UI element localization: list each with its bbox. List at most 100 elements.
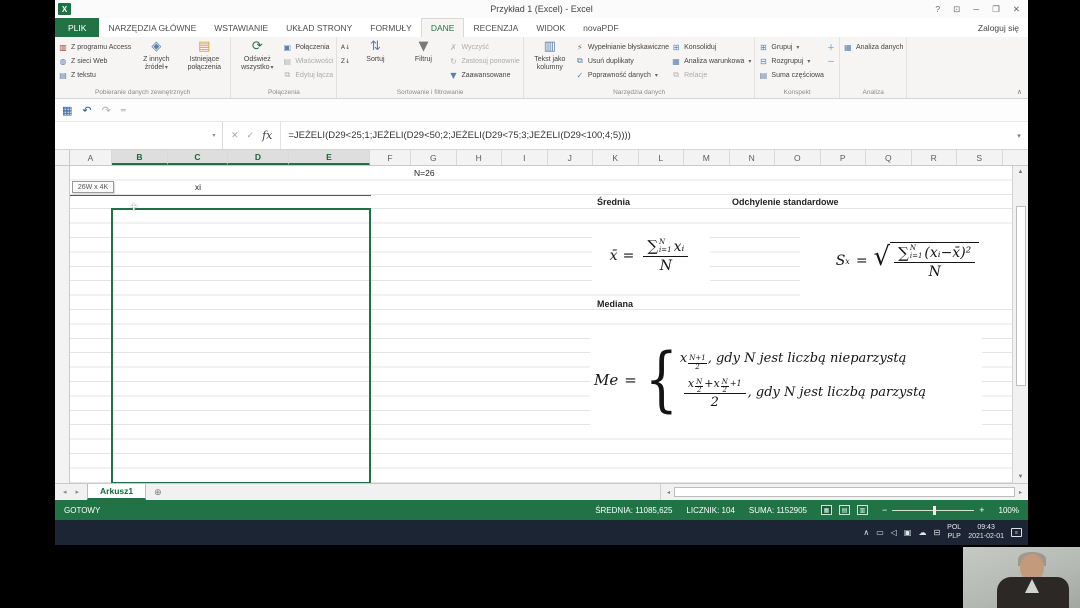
scroll-down-icon[interactable]: ▼ (1018, 471, 1024, 483)
sheet-tab-arkusz1[interactable]: Arkusz1 (87, 484, 146, 500)
tab-recenzja[interactable]: RECENZJA (464, 18, 527, 37)
analiza-warunkowa-button[interactable]: ▦Analiza warunkowa▾ (671, 54, 751, 68)
undo-icon[interactable]: ↶ (82, 104, 91, 117)
column-header-o[interactable]: O (775, 150, 821, 165)
poprawność-danych-button[interactable]: ✓Poprawność danych▾ (575, 68, 669, 82)
konsoliduj-button[interactable]: ⊞Konsoliduj (671, 40, 751, 54)
horizontal-scrollbar[interactable]: ◂ ▸ (660, 484, 1028, 500)
usuń-duplikaty-button[interactable]: ⧉Usuń duplikaty (575, 54, 669, 68)
tab-narzędzia-główne[interactable]: NARZĘDZIA GŁÓWNE (99, 18, 205, 37)
sign-in-link[interactable]: Zaloguj się (978, 18, 1028, 37)
column-header-h[interactable]: H (457, 150, 503, 165)
column-header-n[interactable]: N (730, 150, 776, 165)
minimize-icon[interactable]: ─ (973, 4, 979, 15)
column-header-k[interactable]: K (593, 150, 639, 165)
column-header-m[interactable]: M (684, 150, 730, 165)
cell-c2-value[interactable]: xi (168, 182, 228, 192)
tab-układ-strony[interactable]: UKŁAD STRONY (277, 18, 361, 37)
hide-detail-button[interactable]: － (826, 54, 836, 68)
wypełnianie-błyskawiczne-button[interactable]: ⚡Wypełnianie błyskawiczne (575, 40, 669, 54)
language-indicator[interactable]: POLPLP (947, 524, 961, 540)
scroll-right-icon[interactable]: ▸ (1015, 489, 1026, 496)
column-header-r[interactable]: R (912, 150, 958, 165)
restore-icon[interactable]: ❐ (992, 4, 1000, 15)
enter-icon[interactable]: ✓ (247, 130, 255, 141)
tray-volume-icon[interactable]: ◁ (891, 528, 897, 537)
redo-icon[interactable]: ↷ (102, 104, 111, 117)
median-label[interactable]: Mediana (596, 299, 634, 309)
suma-częściowa-button[interactable]: ▤Suma częściowa (758, 68, 824, 82)
połączenia-button[interactable]: ▣Połączenia (282, 40, 333, 54)
save-icon[interactable]: ▦ (62, 104, 72, 117)
insert-function-icon[interactable]: fx (262, 129, 272, 142)
zoom-in-icon[interactable]: + (979, 505, 984, 515)
sheet-prev-icon[interactable]: ◂ (63, 488, 67, 496)
zoom-level[interactable]: 100% (999, 506, 1019, 515)
qat-customize-icon[interactable]: ═ (121, 106, 126, 115)
zoom-slider[interactable] (892, 510, 974, 511)
z-tekstu-button[interactable]: ▤Z tekstu (58, 68, 131, 82)
show-detail-button[interactable]: ＋ (826, 40, 836, 54)
tab-formuły[interactable]: FORMUŁY (361, 18, 421, 37)
filtruj-button[interactable]: ▼Filtruj (400, 38, 446, 64)
formula-input[interactable]: =JEŻELI(D29<25;1;JEŻELI(D29<50;2;JEŻELI(… (281, 122, 1010, 149)
cell-area[interactable]: N=26 xi 26W x 4K + Średnia Odchylenie st… (70, 166, 1012, 483)
name-box[interactable]: ▾ (55, 122, 223, 149)
rozgrupuj-button[interactable]: ⊟Rozgrupuj▾ (758, 54, 824, 68)
tray-cloud-icon[interactable]: ☁ (918, 528, 926, 537)
cancel-icon[interactable]: ✕ (231, 130, 239, 141)
tray-camera-icon[interactable]: ▣ (904, 528, 912, 537)
column-header-b[interactable]: B (112, 150, 168, 165)
column-header-d[interactable]: D (228, 150, 289, 165)
sort-az-button[interactable]: A↓ (340, 40, 350, 54)
column-header-f[interactable]: F (370, 150, 411, 165)
normal-view-icon[interactable]: ▦ (821, 505, 832, 515)
tray-window-icon[interactable]: ▭ (876, 528, 884, 537)
select-all-corner[interactable] (55, 150, 70, 165)
column-header-c[interactable]: C (168, 150, 228, 165)
column-header-l[interactable]: L (639, 150, 685, 165)
grupuj-button[interactable]: ⊞Grupuj▾ (758, 40, 824, 54)
z-programu-access-button[interactable]: ▥Z programu Access (58, 40, 131, 54)
page-layout-view-icon[interactable]: ▤ (839, 505, 850, 515)
close-icon[interactable]: ✕ (1013, 4, 1020, 15)
sort-za-button[interactable]: Z↓ (340, 54, 350, 68)
vertical-scroll-thumb[interactable] (1016, 206, 1026, 386)
tray-display-icon[interactable]: ⊟ (933, 528, 940, 537)
sheet-next-icon[interactable]: ▸ (76, 488, 80, 496)
z-innych-źródeł-button[interactable]: ◈Z innych źródeł▾ (133, 38, 179, 72)
column-header-a[interactable]: A (70, 150, 112, 165)
tab-widok[interactable]: WIDOK (527, 18, 574, 37)
z-sieci-web-button[interactable]: ◍Z sieci Web (58, 54, 131, 68)
scroll-up-icon[interactable]: ▲ (1018, 166, 1024, 178)
column-header-s[interactable]: S (957, 150, 1003, 165)
column-header-j[interactable]: J (548, 150, 594, 165)
column-header-i[interactable]: I (502, 150, 548, 165)
data-table[interactable] (70, 195, 371, 196)
help-icon[interactable]: ? (935, 4, 940, 15)
analiza-danych-button[interactable]: ▦Analiza danych (843, 40, 903, 54)
stddev-label[interactable]: Odchylenie standardowe (731, 197, 840, 207)
column-header-q[interactable]: Q (866, 150, 912, 165)
zaawansowane-button[interactable]: ▼Zaawansowane (448, 68, 519, 82)
tab-novapdf[interactable]: novaPDF (574, 18, 627, 37)
tab-plik[interactable]: PLIK (55, 18, 99, 37)
tab-dane[interactable]: DANE (421, 18, 465, 37)
taskbar-clock[interactable]: 09:432021-02-01 (968, 524, 1004, 540)
scroll-left-icon[interactable]: ◂ (663, 489, 674, 496)
column-header-p[interactable]: P (821, 150, 867, 165)
tekst-jako-kolumny-button[interactable]: ▥Tekst jako kolumny (527, 38, 573, 72)
tray-chevron-icon[interactable]: ∧ (863, 528, 869, 537)
action-center-icon[interactable]: ≡ (1011, 528, 1022, 537)
vertical-scrollbar[interactable]: ▲ ▼ (1012, 166, 1028, 483)
page-break-view-icon[interactable]: ▥ (857, 505, 868, 515)
formula-bar-expand-icon[interactable]: ▾ (1010, 122, 1028, 149)
name-box-arrow-icon[interactable]: ▾ (206, 132, 222, 139)
horizontal-scroll-thumb[interactable] (674, 487, 1015, 497)
mean-label[interactable]: Średnia (596, 197, 631, 207)
zoom-out-icon[interactable]: − (882, 505, 887, 515)
cell-g1-value[interactable]: N=26 (414, 168, 435, 178)
add-sheet-icon[interactable]: ⊕ (146, 484, 170, 500)
column-header-e[interactable]: E (289, 150, 370, 165)
collapse-ribbon-icon[interactable]: ∧ (1017, 88, 1022, 96)
